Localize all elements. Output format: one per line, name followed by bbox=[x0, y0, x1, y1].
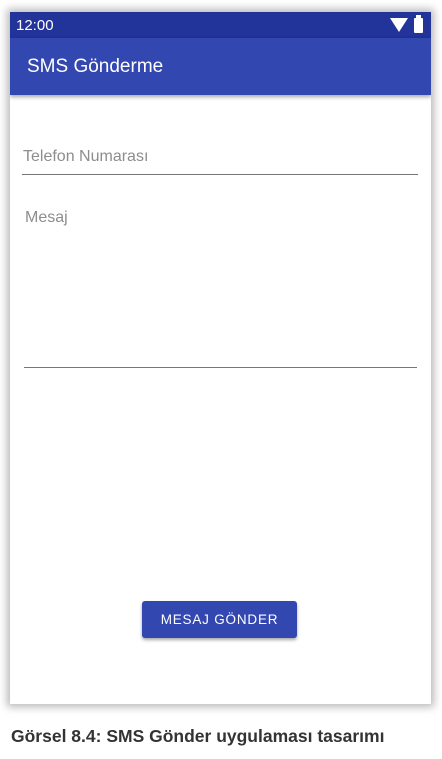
app-bar: SMS Gönderme bbox=[10, 38, 431, 95]
phone-screen: 12:00 SMS Gönderme MESAJ GÖNDER bbox=[10, 12, 431, 704]
figure-caption: Görsel 8.4: SMS Gönder uygulaması tasarı… bbox=[11, 726, 385, 746]
send-message-button[interactable]: MESAJ GÖNDER bbox=[142, 601, 297, 638]
status-icons bbox=[390, 14, 423, 33]
phone-number-input[interactable] bbox=[22, 140, 418, 175]
wifi-icon bbox=[390, 18, 408, 32]
app-title: SMS Gönderme bbox=[27, 55, 164, 77]
battery-icon bbox=[414, 14, 423, 33]
status-time: 12:00 bbox=[16, 16, 54, 34]
message-input[interactable] bbox=[24, 207, 417, 368]
status-bar: 12:00 bbox=[10, 12, 431, 38]
